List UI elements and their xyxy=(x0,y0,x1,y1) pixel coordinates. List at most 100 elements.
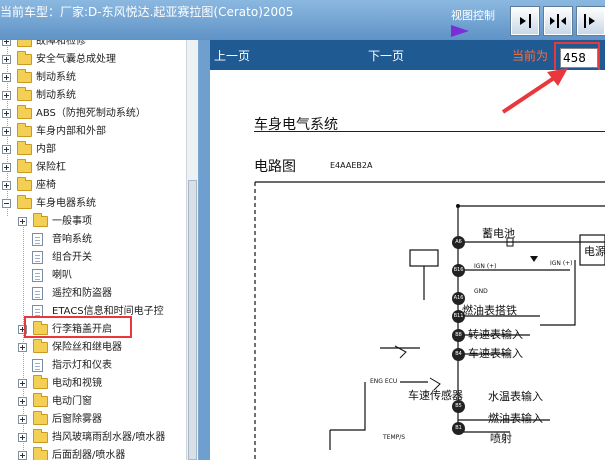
tree-item-label: 座椅 xyxy=(36,180,56,191)
expand-icon[interactable] xyxy=(2,127,11,136)
expand-icon[interactable] xyxy=(18,217,27,226)
circuit-small-label: IGN (+) xyxy=(550,260,573,267)
folder-icon xyxy=(17,123,32,137)
circuit-small-label: GND xyxy=(474,288,488,295)
last-page-button[interactable] xyxy=(576,6,605,36)
pane-splitter[interactable] xyxy=(199,40,210,460)
folder-icon xyxy=(17,87,32,101)
folder-icon xyxy=(33,411,48,425)
tree-item[interactable]: ABS（防抱死制动系统） xyxy=(0,105,186,123)
tree-item-label: 挡风玻璃雨刮水器/喷水器 xyxy=(52,432,166,443)
tree-item-label: 电动和视镜 xyxy=(52,378,102,389)
connector-pin-label: B16 xyxy=(453,267,464,273)
folder-icon xyxy=(17,141,32,155)
expand-icon[interactable] xyxy=(18,433,27,442)
expand-icon[interactable] xyxy=(2,109,11,118)
tree-item[interactable]: 后窗除雾器 xyxy=(0,411,186,429)
tree-item-label: 遥控和防盗器 xyxy=(52,288,112,299)
tree-item[interactable]: 内部 xyxy=(0,141,186,159)
document-icon xyxy=(32,251,43,264)
circuit-label: 蓄电池 xyxy=(482,227,515,240)
page-input-highlight xyxy=(554,42,600,72)
folder-icon xyxy=(33,375,48,389)
scrollbar-thumb[interactable] xyxy=(188,180,197,460)
play-arrow-icon xyxy=(451,25,469,37)
document-icon xyxy=(32,359,43,372)
next-page-button[interactable] xyxy=(510,6,540,36)
folder-icon xyxy=(17,51,32,65)
expand-icon[interactable] xyxy=(2,73,11,82)
tree-item[interactable]: 制动系统 xyxy=(0,87,186,105)
folder-icon xyxy=(33,447,48,460)
tree-item-label: 车身电器系统 xyxy=(36,198,96,209)
tree-item[interactable]: 指示灯和仪表 xyxy=(0,357,186,375)
tree-item-label: 故障和检修 xyxy=(36,40,86,47)
folder-icon xyxy=(33,393,48,407)
folder-icon xyxy=(17,159,32,173)
tree-item-label: 安全气囊总成处理 xyxy=(36,54,116,65)
split-view-button[interactable] xyxy=(543,6,573,36)
tree-item[interactable]: 制动系统 xyxy=(0,69,186,87)
connector-pin: A6 xyxy=(452,236,465,249)
circuit-label: 水温表输入 xyxy=(488,390,543,403)
window-title: 当前车型：厂家:D-东风悦达.起亚赛拉图(Cerato)2005 xyxy=(0,5,294,19)
expand-icon[interactable] xyxy=(2,145,11,154)
last-page-icon xyxy=(584,14,595,28)
document-icon xyxy=(32,233,43,246)
expand-icon[interactable] xyxy=(2,163,11,172)
tree-item[interactable]: 故障和检修 xyxy=(0,40,186,51)
tree-item-label: 一般事项 xyxy=(52,216,92,227)
document-page: 车身电气系统 电路图 E4AAEB2A A6 B16 A16 B11 B8 B4… xyxy=(210,70,605,460)
connector-pin-label: B1 xyxy=(455,425,462,431)
circuit-label: 车速传感器 xyxy=(408,389,463,402)
document-icon xyxy=(32,269,43,282)
tree-item[interactable]: 座椅 xyxy=(0,177,186,195)
connector-pin-label: A16 xyxy=(453,295,464,301)
tree-item-label: 内部 xyxy=(36,144,56,155)
circuit-label: 车速表输入 xyxy=(468,347,523,360)
expand-icon[interactable] xyxy=(2,40,11,46)
collapse-icon[interactable] xyxy=(2,199,11,208)
tree-item[interactable]: 保险丝和继电器 xyxy=(0,339,186,357)
tree-item[interactable]: 电动门窗 xyxy=(0,393,186,411)
expand-icon[interactable] xyxy=(18,343,27,352)
expand-icon[interactable] xyxy=(18,397,27,406)
tree-item[interactable]: 保险杠 xyxy=(0,159,186,177)
expand-icon[interactable] xyxy=(18,451,27,460)
connector-pin: B4 xyxy=(452,348,465,361)
connector-pin-label: B4 xyxy=(455,351,462,357)
next-page-icon xyxy=(520,14,531,28)
split-view-icon xyxy=(550,14,566,28)
current-page-label: 当前为 xyxy=(512,49,549,63)
tree-scrollbar[interactable] xyxy=(186,40,198,460)
tree-item[interactable]: 后面刮器/喷水器 xyxy=(0,447,186,460)
circuit-label: 喷射 xyxy=(490,432,512,445)
expand-icon[interactable] xyxy=(18,415,27,424)
expand-icon[interactable] xyxy=(2,55,11,64)
circuit-label: 转速表输入 xyxy=(468,328,523,341)
tree-item[interactable]: 一般事项 xyxy=(0,213,186,231)
expand-icon[interactable] xyxy=(2,181,11,190)
circuit-small-label: ENG ECU xyxy=(370,378,398,385)
tree-item-label: 后面刮器/喷水器 xyxy=(52,450,126,460)
connector-pin: B16 xyxy=(452,264,465,277)
tree-item[interactable]: 电动和视镜 xyxy=(0,375,186,393)
tree-item[interactable]: 车身内部和外部 xyxy=(0,123,186,141)
tree-item[interactable]: 喇叭 xyxy=(0,267,186,285)
expand-icon[interactable] xyxy=(2,91,11,100)
circuit-label: 燃油表搭铁 xyxy=(462,304,517,317)
expand-icon[interactable] xyxy=(18,379,27,388)
tree-item-label: 指示灯和仪表 xyxy=(52,360,112,371)
tree-item[interactable]: 车身电器系统 xyxy=(0,195,186,213)
tree-item[interactable]: 安全气囊总成处理 xyxy=(0,51,186,69)
tree-item-label: 保险丝和继电器 xyxy=(52,342,122,353)
circuit-small-label: IGN (+) xyxy=(474,263,497,270)
prev-page-link[interactable]: 上一页 xyxy=(214,47,250,64)
tree-item[interactable]: 挡风玻璃雨刮水器/喷水器 xyxy=(0,429,186,447)
tree-item[interactable]: 遥控和防盗器 xyxy=(0,285,186,303)
connector-pin-label: B5 xyxy=(455,403,462,409)
next-page-link[interactable]: 下一页 xyxy=(368,47,404,64)
navigation-tree: 故障和检修 安全气囊总成处理 制动系统 制动系统 ABS（防抱死制动系统） 车身内部和外部… xyxy=(0,40,198,460)
tree-item[interactable]: 音响系统 xyxy=(0,231,186,249)
tree-item[interactable]: 组合开关 xyxy=(0,249,186,267)
